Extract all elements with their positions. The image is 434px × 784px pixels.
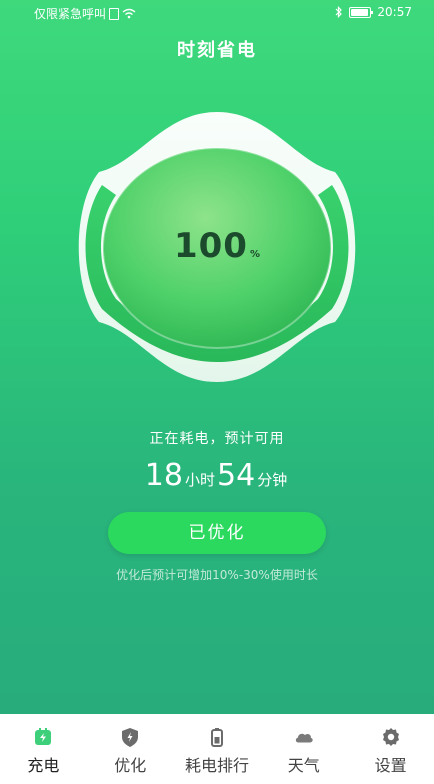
battery-percent: 100%: [0, 226, 434, 266]
nav-label-settings: 设置: [374, 756, 407, 775]
nav-item-battery-rank[interactable]: 耗电排行: [174, 714, 261, 784]
carrier-text: 仅限紧急呼叫: [34, 7, 107, 21]
remaining-minutes: 54: [217, 458, 256, 493]
battery-rank-icon: [206, 726, 228, 748]
status-bar: 仅限紧急呼叫 20:57: [0, 0, 434, 26]
battery-percent-value: 100: [173, 226, 248, 266]
status-left: 仅限紧急呼叫: [34, 5, 136, 22]
nav-label-optimize: 优化: [114, 756, 147, 775]
remaining-time: 18 小时54 分钟: [0, 458, 434, 493]
battery-icon: [349, 6, 374, 18]
charge-icon: [32, 726, 54, 748]
nav-item-charge[interactable]: 充电: [0, 714, 87, 784]
usage-status-text: 正在耗电，预计可用: [149, 431, 285, 447]
nav-item-optimize[interactable]: 优化: [87, 714, 174, 784]
optimize-button[interactable]: 已优化: [108, 512, 326, 554]
nav-label-weather: 天气: [287, 756, 320, 775]
bottom-nav: 充电 优化 耗电排行 天气 设置: [0, 714, 434, 784]
hours-unit: 小时: [184, 471, 215, 489]
battery-percent-unit: %: [249, 249, 260, 260]
cloud-icon: [293, 726, 315, 748]
nav-item-weather[interactable]: 天气: [260, 714, 347, 784]
page-title: 时刻省电: [177, 40, 257, 61]
wifi-icon: [122, 8, 136, 19]
status-time: 20:57: [377, 5, 412, 19]
nav-label-battery-rank: 耗电排行: [184, 756, 249, 775]
sim-icon: [109, 7, 120, 20]
minutes-unit: 分钟: [257, 471, 288, 489]
gear-icon: [380, 726, 402, 748]
nav-label-charge: 充电: [27, 756, 60, 775]
status-right: 20:57: [335, 5, 412, 19]
shield-icon: [119, 726, 141, 748]
optimize-hint: 优化后预计可增加10%-30%使用时长: [116, 568, 318, 582]
bluetooth-icon: [335, 6, 343, 18]
nav-item-settings[interactable]: 设置: [347, 714, 434, 784]
remaining-hours: 18: [144, 458, 183, 493]
